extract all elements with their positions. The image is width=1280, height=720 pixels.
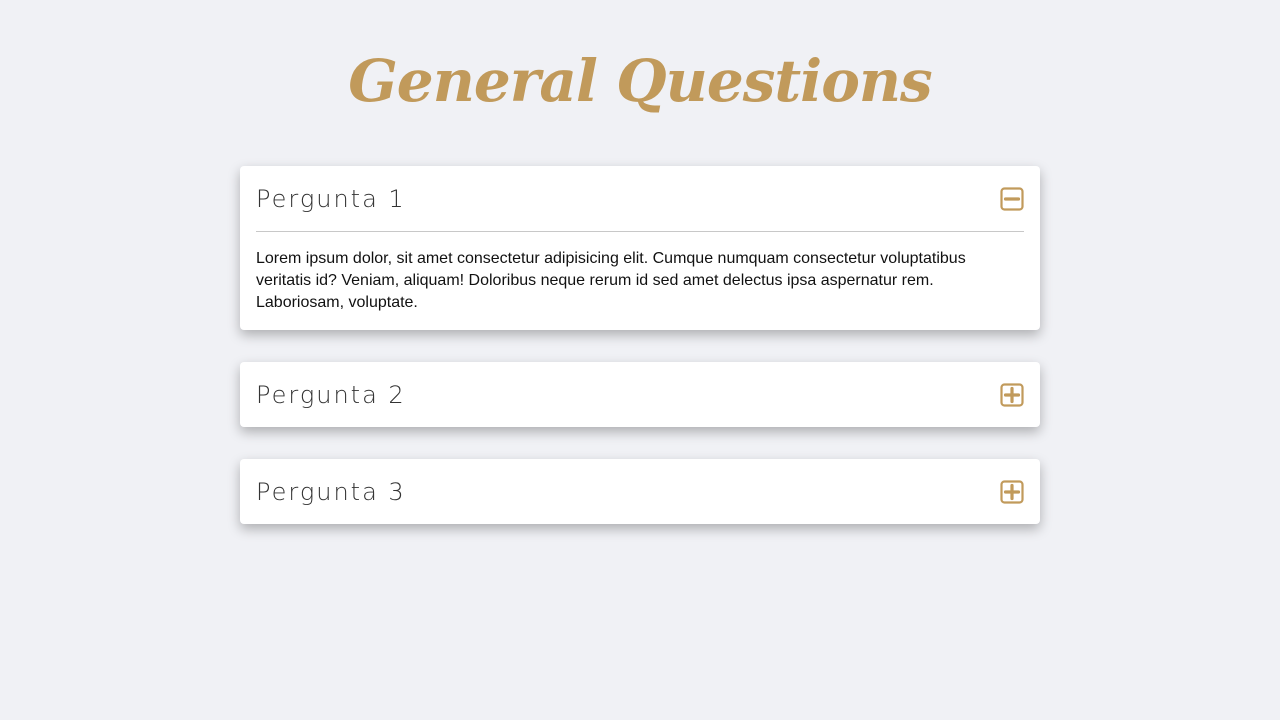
faq-item-2: Pergunta 2 — [240, 362, 1040, 427]
faq-item-1: Pergunta 1 Lorem ipsum dolor, sit amet c… — [240, 166, 1040, 330]
faq-item-3-header[interactable]: Pergunta 3 — [240, 459, 1040, 524]
plus-square-icon[interactable] — [1000, 479, 1024, 504]
faq-answer-panel-1: Lorem ipsum dolor, sit amet consectetur … — [256, 231, 1024, 330]
faq-question-1: Pergunta 1 — [256, 184, 406, 213]
faq-question-2: Pergunta 2 — [256, 380, 406, 409]
faq-question-3: Pergunta 3 — [256, 477, 406, 506]
faq-item-3: Pergunta 3 — [240, 459, 1040, 524]
faq-item-1-header[interactable]: Pergunta 1 — [240, 166, 1040, 231]
faq-list: Pergunta 1 Lorem ipsum dolor, sit amet c… — [240, 166, 1040, 556]
page-title: General Questions — [348, 47, 932, 115]
minus-square-icon[interactable] — [1000, 186, 1024, 211]
faq-item-2-header[interactable]: Pergunta 2 — [240, 362, 1040, 427]
plus-square-icon[interactable] — [1000, 382, 1024, 407]
faq-answer-1: Lorem ipsum dolor, sit amet consectetur … — [256, 250, 966, 311]
